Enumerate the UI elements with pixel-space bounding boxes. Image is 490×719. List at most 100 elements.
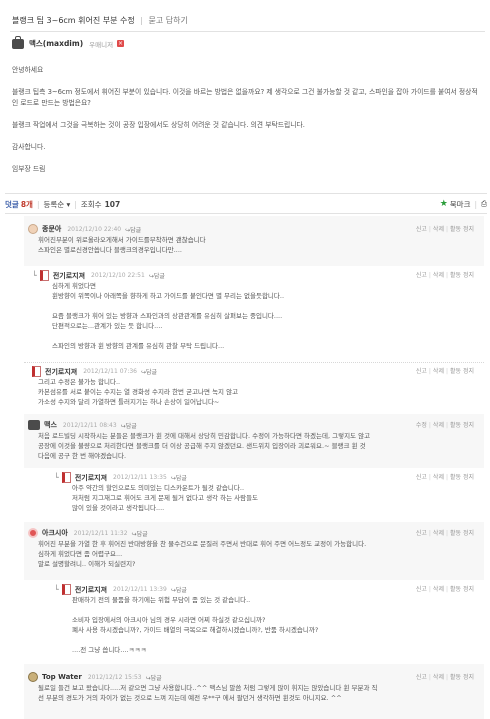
- delete-link[interactable]: 삭제: [433, 272, 444, 279]
- comment-reply-item: └ 전기로지져 2012/12/11 13:39 ↪답글 신고 | 삭제 | 활동 정지…: [24, 580, 484, 664]
- report-link[interactable]: 신고: [416, 368, 427, 375]
- comment-date: 2012/12/11 11:32: [73, 529, 128, 537]
- comment-actions: 신고 | 삭제 | 활동 정지: [415, 530, 474, 537]
- block-link[interactable]: 활동 정지: [450, 368, 474, 375]
- board-link[interactable]: 묻고 답하기: [149, 16, 188, 25]
- report-link[interactable]: 신고: [416, 226, 427, 233]
- report-link[interactable]: 신고: [416, 586, 427, 593]
- comment-actions: 신고 | 삭제 | 활동 정지: [415, 474, 474, 481]
- block-link[interactable]: 활동 정지: [450, 474, 474, 481]
- delete-link[interactable]: 삭제: [433, 368, 444, 375]
- comment-date: 2012/12/12 15:53: [87, 673, 142, 681]
- block-link[interactable]: 활동 정지: [450, 272, 474, 279]
- report-link[interactable]: 신고: [416, 272, 427, 279]
- doc-icon: [61, 584, 71, 595]
- comment-line: 휜방향이 위쪽이나 아래쪽을 향하게 하고 가이드를 붙인다면 별 무리는 없을…: [52, 292, 285, 300]
- comment-text: 판매하기 전의 물품을 하기에는 위험 부담이 좀 있는 것 같습니다.. 소비…: [72, 595, 472, 655]
- comment-date: 2012/12/11 13:35: [113, 474, 167, 481]
- block-link[interactable]: 활동 정지: [450, 586, 474, 593]
- reply-link[interactable]: ↪답글: [132, 529, 148, 538]
- comment-author[interactable]: 전기로지져: [53, 271, 85, 281]
- reply-link[interactable]: ↪답글: [171, 473, 187, 482]
- comment-author[interactable]: 아크시아: [42, 528, 68, 538]
- reply-link[interactable]: ↪답글: [121, 421, 137, 430]
- block-link[interactable]: 활동 정지: [450, 226, 474, 233]
- comment-line: 말로 설명할려니.. 이해가 되실련지?: [38, 560, 136, 568]
- delete-link[interactable]: 삭제: [433, 422, 444, 429]
- reply-link[interactable]: ↪답글: [125, 225, 141, 234]
- report-link[interactable]: 신고: [416, 474, 427, 481]
- comment-line: 단편적으로는...관계가 있는 듯 합니다....: [52, 322, 163, 330]
- bag-icon: [28, 420, 40, 430]
- reply-corner-icon: └: [54, 473, 59, 482]
- comment-line: 그리고 수정은 불가능 합니다..: [38, 378, 121, 386]
- comment-count: 8개: [20, 199, 33, 209]
- report-link[interactable]: 신고: [416, 674, 427, 681]
- comment-line: 될로일 들건 보고 왔습니다.....저 같으면 그냥 사용합니다..^^ 맥스…: [38, 684, 378, 692]
- delete-link[interactable]: 삭제: [433, 674, 444, 681]
- comment-text: 처음 로드빌딩 시작하시는 분들은 블랭크가 휜 것에 대해서 상당히 민감합니…: [38, 431, 468, 461]
- comment-actions: 신고 | 삭제 | 활동 정지: [415, 586, 474, 593]
- comment-date: 2012/12/11 07:36: [83, 368, 137, 375]
- post-paragraph: 블랭크 팁측 3~6cm 정도에서 휘어진 부분이 있습니다. 이것을 바르는 …: [12, 88, 478, 107]
- block-link[interactable]: 활동 정지: [450, 530, 474, 537]
- comment-reply-item: └ 전기로지져 2012/12/11 13:35 ↪답글 신고 | 삭제 | 활동 정지…: [24, 468, 484, 522]
- monkey-icon: [28, 672, 38, 682]
- comment-line: 판매하기 전의 물품을 하기에는 위험 부담이 좀 있는 것 같습니다..: [72, 596, 251, 604]
- reply-link[interactable]: ↪답글: [149, 271, 165, 280]
- report-link[interactable]: 신고: [416, 530, 427, 537]
- comment-line: 스파인은 별로신경안씁니다 블랭크의경우입니다만....: [38, 246, 182, 254]
- comment-line: 심하게 휘었다면: [52, 282, 96, 290]
- comment-text: 휘어진부분이 위로올라오게해서 가이드를부착하면 괜찮습니다 스파인은 별로신경…: [38, 235, 468, 255]
- comment-line: 폐사 사용 하시겠습니까?, 가이드 배열의 극복으로 해결하시겠습니까?, 반…: [72, 626, 319, 634]
- comment-label: 덧글: [5, 199, 19, 209]
- comment-author[interactable]: 전기로지져: [75, 473, 107, 483]
- comment-actions: 수정 | 삭제 | 활동 정지: [415, 422, 474, 429]
- comment-author[interactable]: 맥스: [44, 420, 57, 430]
- bookmark-button[interactable]: 북마크: [450, 199, 471, 210]
- comment-author[interactable]: 종문아: [42, 224, 61, 234]
- comment-bar-top-divider: [5, 193, 487, 194]
- comment-line: ....전 그냥 씁니다....ㅋㅋㅋ: [72, 646, 147, 654]
- reply-corner-icon: └: [54, 585, 59, 594]
- block-link[interactable]: 활동 정지: [450, 674, 474, 681]
- post-paragraph: 감사합니다.: [12, 143, 46, 151]
- reply-link[interactable]: ↪답글: [171, 585, 187, 594]
- post-title-row: 블랭크 팁 3~6cm 휘어진 부분 수정 | 묻고 답하기: [12, 15, 188, 26]
- post-paragraph: 임부장 드림: [12, 165, 46, 173]
- comment-bar-bottom-divider: [5, 213, 487, 214]
- block-link[interactable]: 활동 정지: [450, 422, 474, 429]
- comment-text: 휘어진 부분을 가열 한 후 휘어진 반대방향을 찬 물수건으로 문질러 주면서…: [38, 539, 468, 569]
- delete-link[interactable]: 삭제: [433, 226, 444, 233]
- post-paragraph: 블랭크 작업에서 그것을 극복하는 것이 공장 입장에서도 상당히 어려운 것 …: [12, 121, 305, 129]
- author-name[interactable]: 맥스(maxdim): [29, 38, 83, 49]
- print-icon[interactable]: ⎙: [481, 199, 487, 209]
- comment-list: 종문아 2012/12/10 22:40 ↪답글 신고 | 삭제 | 활동 정지 휘어진…: [24, 216, 484, 719]
- delete-link[interactable]: 삭제: [433, 586, 444, 593]
- comment-item: 맥스 2012/12/11 08:43 ↪답글 수정 | 삭제 | 활동 정지 처음 로…: [24, 416, 484, 466]
- close-icon[interactable]: ×: [117, 40, 125, 47]
- comment-line: 많이 있을 것이라고 생각됩니다....: [72, 504, 165, 512]
- comment-item: 전기로지져 2012/12/11 07:36 ↪답글 신고 | 삭제 | 활동 정지 그…: [24, 362, 484, 414]
- comment-bar-right: ★ 북마크 | ⎙: [440, 199, 487, 210]
- comment-author[interactable]: Top Water: [42, 673, 82, 681]
- reply-link[interactable]: ↪답글: [146, 673, 162, 682]
- comment-line: 다음에 공구 한 번 해야겠습니다.: [38, 452, 127, 460]
- author-grade: 우매니저: [89, 40, 114, 49]
- reply-link[interactable]: ↪답글: [141, 367, 157, 376]
- author-row: 맥스(maxdim) 우매니저 ×: [12, 35, 125, 49]
- sort-dropdown[interactable]: 등록순 ▾: [43, 199, 70, 210]
- comment-actions: 신고 | 삭제 | 활동 정지: [415, 226, 474, 233]
- comment-date: 2012/12/11 13:39: [113, 586, 167, 593]
- comment-author[interactable]: 전기로지져: [45, 367, 77, 377]
- delete-link[interactable]: 삭제: [433, 474, 444, 481]
- edit-link[interactable]: 수정: [416, 422, 427, 429]
- star-icon[interactable]: ★: [440, 199, 448, 209]
- comment-author[interactable]: 전기로지져: [75, 585, 107, 595]
- comment-line: 선 부분의 경도가 거의 차이가 없는 것으로 느껴 지는데 예전 우**구 에…: [38, 694, 342, 702]
- comment-line: 공장에 이것을 불량으로 처리한다면 블랭크를 더 이상 공급해 주지 않겠던요…: [38, 442, 366, 450]
- bunny-icon: [28, 224, 38, 234]
- delete-link[interactable]: 삭제: [433, 530, 444, 537]
- comment-actions: 신고 | 삭제 | 활동 정지: [415, 368, 474, 375]
- comment-line: 처음 로드빌딩 시작하시는 분들은 블랭크가 휜 것에 대해서 상당히 민감합니…: [38, 432, 371, 440]
